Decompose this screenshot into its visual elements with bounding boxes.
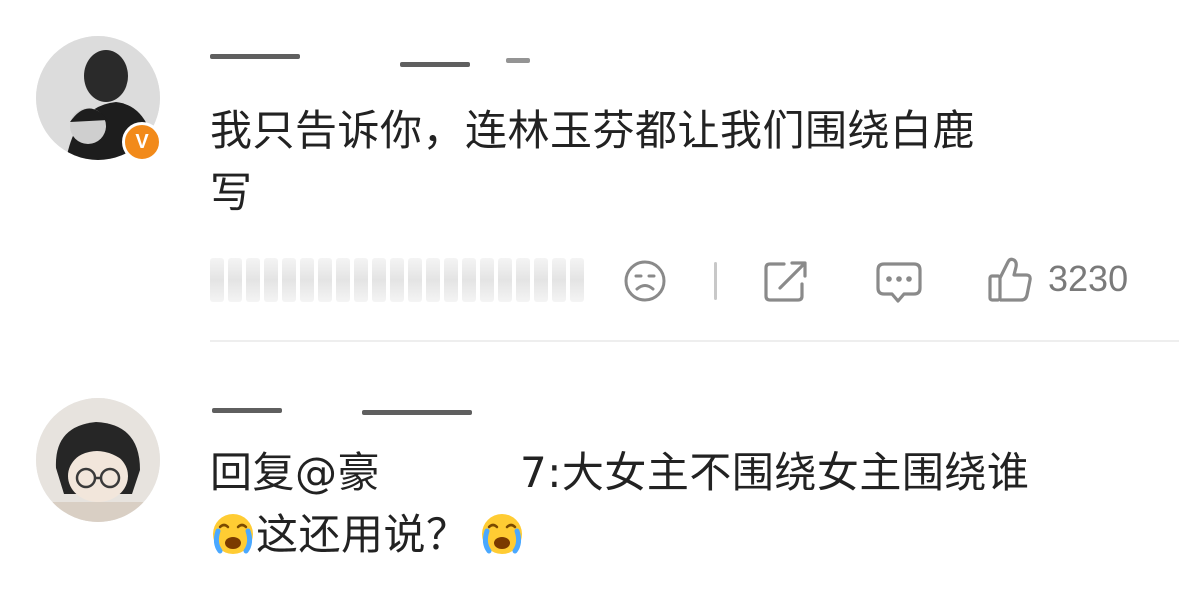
comment-username-redacted (210, 44, 530, 70)
reply-text: 回复@豪 7:大女主不围绕女主围绕谁 这还用说？ (210, 442, 1150, 574)
comment-text-line1: 我只告诉你，连林玉芬都让我们围绕白鹿 (210, 106, 976, 155)
comment-meta-blurred (210, 258, 584, 302)
reply-text-line1: 回复@豪 7:大女主不围绕女主围绕谁 (210, 442, 1150, 504)
reply-avatar[interactable] (36, 398, 160, 522)
thumb-up-icon (988, 257, 1032, 302)
action-separator (714, 262, 717, 300)
comment-text-line2: 写 (210, 168, 253, 217)
like-count: 3230 (1048, 258, 1129, 299)
mention-start[interactable]: 豪 (338, 448, 381, 497)
share-icon (764, 261, 807, 302)
reply-separator: : (547, 448, 562, 497)
comment-text: 我只告诉你，连林玉芬都让我们围绕白鹿 写 (210, 100, 1140, 224)
dislike-button[interactable] (622, 258, 668, 304)
reply-username-redacted (212, 400, 472, 422)
reply-text-line2: 这还用说？ (210, 504, 1150, 574)
like-button[interactable]: 3230 (986, 254, 1128, 304)
user-avatar-icon (36, 398, 160, 522)
reply-button[interactable] (874, 258, 924, 306)
crying-face-emoji-icon (479, 511, 525, 574)
reply-text-line2-content: 这还用说？ (256, 510, 469, 559)
reply-prefix: 回复@ (210, 448, 338, 497)
reply-content: 大女主不围绕女主围绕谁 (561, 448, 1030, 497)
crying-face-emoji-icon (210, 511, 256, 574)
mention-end[interactable]: 7 (520, 448, 547, 497)
frown-face-icon (624, 260, 666, 302)
share-button[interactable] (762, 258, 810, 304)
comment-divider (210, 340, 1179, 342)
verified-badge: V (122, 122, 162, 162)
comment-bubble-icon (876, 262, 922, 303)
